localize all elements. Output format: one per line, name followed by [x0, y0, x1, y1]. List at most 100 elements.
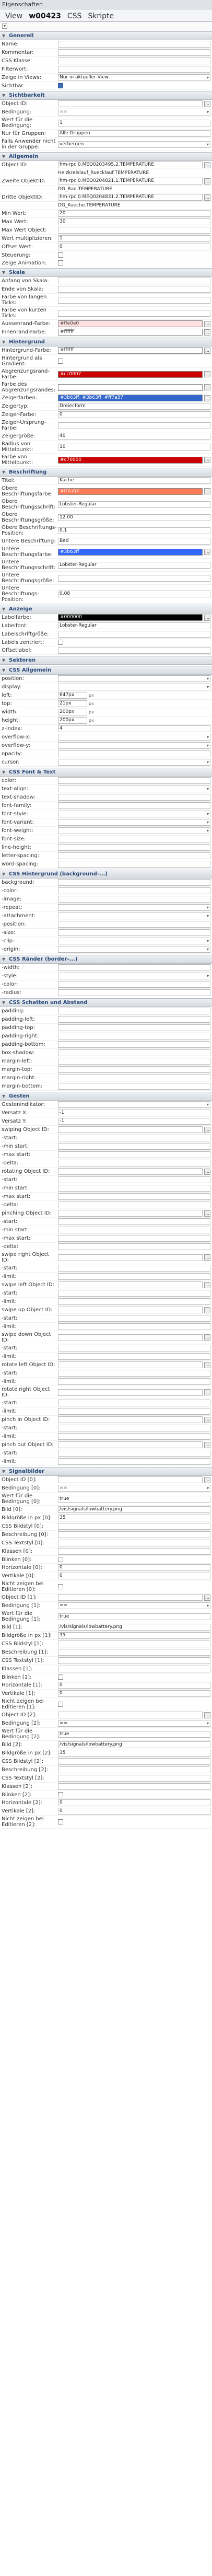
- browse-object-icon[interactable]: …: [204, 1389, 210, 1395]
- bild-1-input[interactable]: /vis/signals/lowbattery.png: [58, 1624, 210, 1631]
- bildgr-e-in-px-0-input[interactable]: 35: [58, 1515, 210, 1521]
- zeigerfarben-color-field[interactable]: #3b63ff, #3b63ff, #ff7a57: [58, 395, 203, 401]
- browse-object-icon[interactable]: …: [204, 1712, 210, 1718]
- section-header-generell[interactable]: ▼ Generell: [0, 31, 212, 40]
- browse-object-icon[interactable]: …: [204, 194, 210, 201]
- anfang-von-skala-input[interactable]: [58, 278, 210, 284]
- rotate-right-object-id-input[interactable]: [58, 1389, 203, 1396]
- browse-object-icon[interactable]: …: [204, 100, 210, 107]
- start-input[interactable]: [58, 1290, 210, 1297]
- labels-zentriert-checkbox[interactable]: [58, 640, 63, 645]
- color-picker-icon[interactable]: …: [204, 329, 210, 336]
- bedingung-2-select[interactable]: ==: [58, 1720, 210, 1727]
- tab-scripts[interactable]: Skripte: [85, 11, 117, 21]
- browse-object-icon[interactable]: …: [204, 1210, 210, 1217]
- klassen-1-input[interactable]: [58, 1666, 210, 1672]
- section-header-anzeige[interactable]: ▼ Anzeige: [0, 605, 212, 614]
- hintergrund-als-gradient-checkbox[interactable]: [58, 359, 63, 364]
- css-textstyl-2-input[interactable]: [58, 1775, 210, 1782]
- section-header-css-r-nder-border[interactable]: ▼ CSS Ränder (border-...): [0, 955, 212, 964]
- word-spacing-input[interactable]: [58, 861, 210, 868]
- offsetlabel-input[interactable]: [58, 647, 210, 654]
- left-input[interactable]: 647px: [58, 692, 87, 699]
- min-wert-input[interactable]: 20: [58, 210, 210, 217]
- gestenindikator-select[interactable]: [58, 1101, 210, 1108]
- wert-multiplizieren-input[interactable]: 1: [58, 235, 210, 242]
- limit-input[interactable]: [58, 1323, 210, 1330]
- vertikale-0-input[interactable]: 0: [58, 1573, 210, 1579]
- color-input[interactable]: [58, 887, 210, 894]
- vertikale-1-input[interactable]: 0: [58, 1690, 210, 1697]
- section-header-allgemein[interactable]: ▼ Allgemein: [0, 152, 212, 161]
- wert-f-r-die-bedingung-input[interactable]: 1: [58, 119, 210, 126]
- wert-f-r-die-bedingung-0-input[interactable]: true: [58, 1495, 210, 1503]
- untere-beschriftungsgr-e-input[interactable]: [58, 574, 210, 582]
- untere-beschriftungs-position-input[interactable]: 0.08: [58, 591, 210, 597]
- zeiger-ursprung-farbe-input[interactable]: [58, 422, 210, 429]
- pinching-object-id-input[interactable]: [58, 1210, 203, 1217]
- browse-object-icon[interactable]: …: [204, 1361, 210, 1368]
- farbe-von-kurzen-ticks-input[interactable]: [58, 309, 210, 317]
- zweite-objektid-input[interactable]: hm-rpc.0.MEQ0204821.1.TEMPERATURE: [58, 178, 203, 184]
- opacity-input[interactable]: [58, 750, 210, 757]
- innenrand-farbe-color-field[interactable]: #ffffff: [58, 329, 203, 336]
- max-wert-object-input[interactable]: [58, 227, 210, 234]
- font-variant-select[interactable]: [58, 819, 210, 826]
- limit-input[interactable]: [58, 1378, 210, 1385]
- radius-von-mittelpunkt-input[interactable]: 10: [58, 443, 210, 450]
- limit-input[interactable]: [58, 1458, 210, 1465]
- css-bildstyl-1-input[interactable]: [58, 1641, 210, 1647]
- color-input[interactable]: [58, 981, 210, 988]
- browse-object-icon[interactable]: …: [204, 1334, 210, 1341]
- filter-icon[interactable]: ▾: [2, 23, 7, 29]
- color-picker-icon[interactable]: …: [204, 457, 210, 463]
- repeat-select[interactable]: [58, 904, 210, 911]
- overflow-x-select[interactable]: [58, 734, 210, 741]
- zeigergr-e-input[interactable]: 40: [58, 433, 210, 440]
- object-id-0-input[interactable]: [58, 1476, 203, 1483]
- position-input[interactable]: [58, 921, 210, 928]
- color-picker-icon[interactable]: …: [204, 320, 210, 327]
- vertikale-2-input[interactable]: 0: [58, 1808, 210, 1815]
- padding-top-input[interactable]: [58, 1024, 210, 1031]
- font-style-select[interactable]: [58, 811, 210, 817]
- width-input[interactable]: [58, 964, 210, 971]
- color-input[interactable]: [58, 777, 210, 784]
- start-input[interactable]: [58, 1315, 210, 1322]
- farbe-von-mittelpunkt-color-field[interactable]: #c70000: [58, 456, 203, 464]
- origin-select[interactable]: [58, 946, 210, 953]
- color-picker-icon[interactable]: …: [204, 614, 210, 621]
- css-bildstyl-2-input[interactable]: [58, 1758, 210, 1765]
- color-picker-icon[interactable]: …: [204, 347, 210, 354]
- start-input[interactable]: [58, 1345, 210, 1351]
- color-picker-icon[interactable]: …: [204, 549, 210, 555]
- start-input[interactable]: [58, 1176, 210, 1183]
- obere-beschriftungsschrift-input[interactable]: Lobster-Regular: [58, 501, 210, 508]
- nicht-zeigen-bei-editieren-1-checkbox[interactable]: [58, 1702, 63, 1707]
- ende-von-skala-input[interactable]: [58, 286, 210, 293]
- limit-input[interactable]: [58, 1353, 210, 1360]
- swiping-object-id-input[interactable]: [58, 1126, 203, 1133]
- obere-beschriftungsfarbe-color-field[interactable]: #ff7a57: [58, 488, 203, 495]
- css-textstyl-0-input[interactable]: [58, 1540, 210, 1546]
- untere-beschriftungsschrift-input[interactable]: Lobster-Regular: [58, 561, 210, 569]
- versatz-y-input[interactable]: -1: [58, 1118, 210, 1125]
- line-height-input[interactable]: [58, 844, 210, 851]
- attachment-select[interactable]: [58, 912, 210, 919]
- tab-css[interactable]: CSS: [64, 11, 85, 21]
- clip-select[interactable]: [58, 938, 210, 944]
- start-input[interactable]: [58, 1425, 210, 1431]
- blinken-1-checkbox[interactable]: [58, 1674, 63, 1680]
- start-input[interactable]: [58, 1370, 210, 1377]
- color-picker-icon[interactable]: …: [204, 488, 210, 494]
- browse-object-icon[interactable]: …: [204, 1416, 210, 1423]
- swipe-right-object-id-input[interactable]: [58, 1254, 203, 1261]
- margin-left-input[interactable]: [58, 1058, 210, 1065]
- max-start-input[interactable]: [58, 1151, 210, 1158]
- section-header-css-allgemein[interactable]: ▼ CSS Allgemein: [0, 666, 212, 675]
- margin-bottom-input[interactable]: [58, 1083, 210, 1090]
- padding-left-input[interactable]: [58, 1016, 210, 1023]
- browse-object-icon[interactable]: …: [204, 1594, 210, 1601]
- start-input[interactable]: [58, 1218, 210, 1225]
- section-header-skala[interactable]: ▼ Skala: [0, 268, 212, 277]
